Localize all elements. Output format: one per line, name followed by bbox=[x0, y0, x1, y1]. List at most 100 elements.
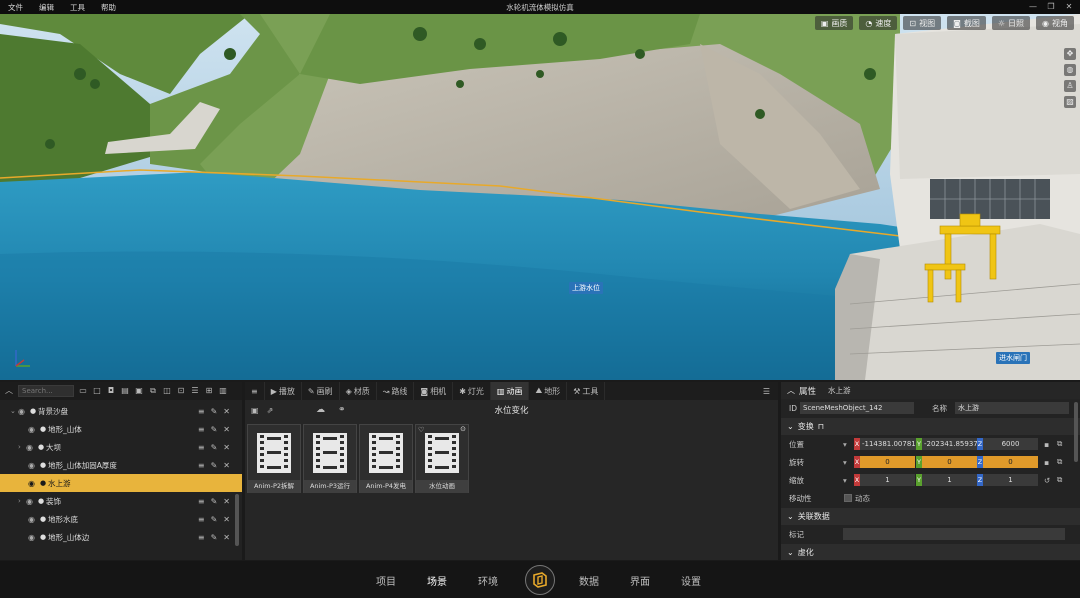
tree-item[interactable]: ⌄ ◉ ● 背景沙盘 ≡ ✎ ✕ bbox=[0, 402, 242, 420]
outliner-search-input[interactable]: Search... bbox=[18, 385, 74, 397]
close-icon[interactable]: ✕ bbox=[1064, 1, 1074, 12]
rotation-x-input[interactable]: 0 bbox=[860, 456, 915, 468]
cloud-icon[interactable]: ☁ bbox=[316, 405, 325, 415]
tab-animation[interactable]: ▥ 动画 bbox=[490, 382, 530, 400]
position-z-input[interactable]: 6000 bbox=[983, 438, 1038, 450]
scale-z-input[interactable]: 1 bbox=[983, 474, 1038, 486]
speed-button[interactable]: ◔ 速度 bbox=[859, 16, 898, 30]
view-button[interactable]: ⊡ 视图 bbox=[903, 16, 942, 30]
tab-play[interactable]: ▶ 播放 bbox=[265, 382, 302, 400]
tab-material[interactable]: ◈ 材质 bbox=[340, 382, 377, 400]
nav-settings[interactable]: 设置 bbox=[681, 573, 701, 588]
quality-button[interactable]: ▣ 画质 bbox=[814, 16, 854, 30]
move-icon[interactable]: ✥ bbox=[1064, 48, 1076, 60]
visibility-eye-icon[interactable]: ◉ bbox=[28, 479, 38, 488]
delete-icon[interactable]: ✕ bbox=[223, 533, 230, 542]
related-data-section[interactable]: ⌄ 关联数据 bbox=[781, 508, 1080, 525]
asset-tile[interactable]: Anim-P3运行 bbox=[303, 424, 357, 493]
folder-icon[interactable]: ▭ bbox=[78, 386, 88, 396]
edit-icon[interactable]: ✎ bbox=[211, 407, 218, 416]
menu-tools[interactable]: 工具 bbox=[70, 2, 85, 13]
copy-icon[interactable]: ⧉ bbox=[1057, 457, 1062, 467]
edit-icon[interactable]: ✎ bbox=[211, 533, 218, 542]
tree-item[interactable]: ◉ ● 地形_山体加固A厚度 ≡ ✎ ✕ bbox=[0, 456, 242, 474]
edit-icon[interactable]: ✎ bbox=[211, 515, 218, 524]
perspective-button[interactable]: ◉ 视角 bbox=[1036, 16, 1074, 30]
scale-y-input[interactable]: 1 bbox=[922, 474, 977, 486]
app-logo-icon[interactable] bbox=[525, 565, 555, 595]
visibility-eye-icon[interactable]: ◉ bbox=[28, 461, 38, 470]
menu-file[interactable]: 文件 bbox=[8, 2, 23, 13]
asset-tile[interactable]: Anim-P2拆解 bbox=[247, 424, 301, 493]
layout-icon[interactable]: ▥ bbox=[218, 386, 228, 396]
align-icon[interactable]: ≡ bbox=[198, 443, 205, 452]
properties-scrollbar[interactable] bbox=[1074, 402, 1078, 462]
edit-icon[interactable]: ✎ bbox=[211, 425, 218, 434]
expand-arrow-icon[interactable]: ⌄ bbox=[10, 407, 18, 415]
node-graph-icon[interactable]: ⚭ bbox=[338, 405, 346, 415]
rotation-z-input[interactable]: 0 bbox=[983, 456, 1038, 468]
visibility-eye-icon[interactable]: ◉ bbox=[18, 407, 28, 416]
reset-icon[interactable]: ↺ bbox=[1044, 476, 1050, 485]
camera-add-icon[interactable]: ◘ bbox=[106, 386, 116, 396]
list-icon[interactable]: ☰ bbox=[190, 386, 200, 396]
orbit-icon[interactable]: ◍ bbox=[1064, 64, 1076, 76]
window-icon[interactable]: ◫ bbox=[162, 386, 172, 396]
menu-help[interactable]: 帮助 bbox=[101, 2, 116, 13]
align-icon[interactable]: ≡ bbox=[198, 497, 205, 506]
maximize-icon[interactable]: ❐ bbox=[1046, 1, 1056, 12]
copy-icon[interactable]: ⧉ bbox=[148, 386, 158, 396]
intake-label[interactable]: 进水闸门 bbox=[996, 352, 1030, 364]
visibility-eye-icon[interactable]: ◉ bbox=[28, 533, 38, 542]
dropdown-icon[interactable]: ▾ bbox=[843, 440, 847, 449]
collapse-icon[interactable]: ︿ bbox=[787, 385, 795, 396]
align-icon[interactable]: ≡ bbox=[198, 515, 205, 524]
tree-item[interactable]: ◉ ● 地形_山体边 ≡ ✎ ✕ bbox=[0, 528, 242, 546]
minimize-icon[interactable]: — bbox=[1028, 1, 1038, 12]
tab-light[interactable]: ✱ 灯光 bbox=[453, 382, 491, 400]
id-field[interactable]: SceneMeshObject_142 bbox=[800, 402, 914, 414]
asset-tile[interactable]: Anim-P4发电 bbox=[359, 424, 413, 493]
tree-item[interactable]: ◉ ● 地形_山体 ≡ ✎ ✕ bbox=[0, 420, 242, 438]
visibility-eye-icon[interactable]: ◉ bbox=[26, 443, 36, 452]
visibility-eye-icon[interactable]: ◉ bbox=[28, 515, 38, 524]
grid-icon[interactable]: ⊞ bbox=[204, 386, 214, 396]
delete-icon[interactable]: ✕ bbox=[223, 443, 230, 452]
delete-icon[interactable]: ✕ bbox=[223, 515, 230, 524]
frame-icon[interactable]: ▣ bbox=[134, 386, 144, 396]
tab-brush[interactable]: ✎ 画刷 bbox=[302, 382, 340, 400]
nav-data[interactable]: 数据 bbox=[579, 573, 599, 588]
person-icon[interactable]: ♙ bbox=[1064, 80, 1076, 92]
nav-project[interactable]: 项目 bbox=[376, 573, 396, 588]
settings-icon[interactable]: ⊙ bbox=[460, 425, 466, 433]
tab-tools[interactable]: ⚒ 工具 bbox=[567, 382, 606, 400]
edit-icon[interactable]: ✎ bbox=[211, 443, 218, 452]
align-icon[interactable]: ≡ bbox=[198, 533, 205, 542]
visibility-eye-icon[interactable]: ◉ bbox=[26, 497, 36, 506]
dropdown-icon[interactable]: ▾ bbox=[843, 458, 847, 467]
tree-item-selected[interactable]: ◉ ● 水上游 bbox=[0, 474, 242, 492]
lock-icon[interactable]: ⊓ bbox=[818, 422, 824, 431]
position-x-input[interactable]: -114381.007812 bbox=[860, 438, 920, 450]
delete-icon[interactable]: ✕ bbox=[223, 497, 230, 506]
position-y-input[interactable]: -202341.859375 bbox=[922, 438, 982, 450]
menu-edit[interactable]: 编辑 bbox=[39, 2, 54, 13]
copy-icon[interactable]: ⧉ bbox=[1057, 475, 1062, 485]
screenshot-button[interactable]: ◙ 截图 bbox=[947, 16, 986, 30]
tab-menu[interactable]: ≡ bbox=[245, 382, 265, 400]
tree-item[interactable]: › ◉ ● 大坝 ≡ ✎ ✕ bbox=[0, 438, 242, 456]
tree-item[interactable]: › ◉ ● 装饰 ≡ ✎ ✕ bbox=[0, 492, 242, 510]
focus-icon[interactable]: ⊡ bbox=[176, 386, 186, 396]
nav-interface[interactable]: 界面 bbox=[630, 573, 650, 588]
align-icon[interactable]: ≡ bbox=[198, 407, 205, 416]
delete-icon[interactable]: ✕ bbox=[223, 425, 230, 434]
tag-field[interactable] bbox=[843, 528, 1065, 540]
asset-tile[interactable]: 水位动画 ♡ ⊙ bbox=[415, 424, 469, 493]
save-icon[interactable]: ▪ bbox=[1044, 440, 1049, 449]
list-view-icon[interactable]: ☰ bbox=[763, 387, 770, 396]
name-field[interactable]: 水上游 bbox=[955, 402, 1069, 414]
dropdown-icon[interactable]: ▾ bbox=[843, 476, 847, 485]
visibility-eye-icon[interactable]: ◉ bbox=[28, 425, 38, 434]
expand-arrow-icon[interactable]: › bbox=[18, 443, 26, 451]
collapse-icon[interactable]: ︿ bbox=[4, 386, 14, 396]
